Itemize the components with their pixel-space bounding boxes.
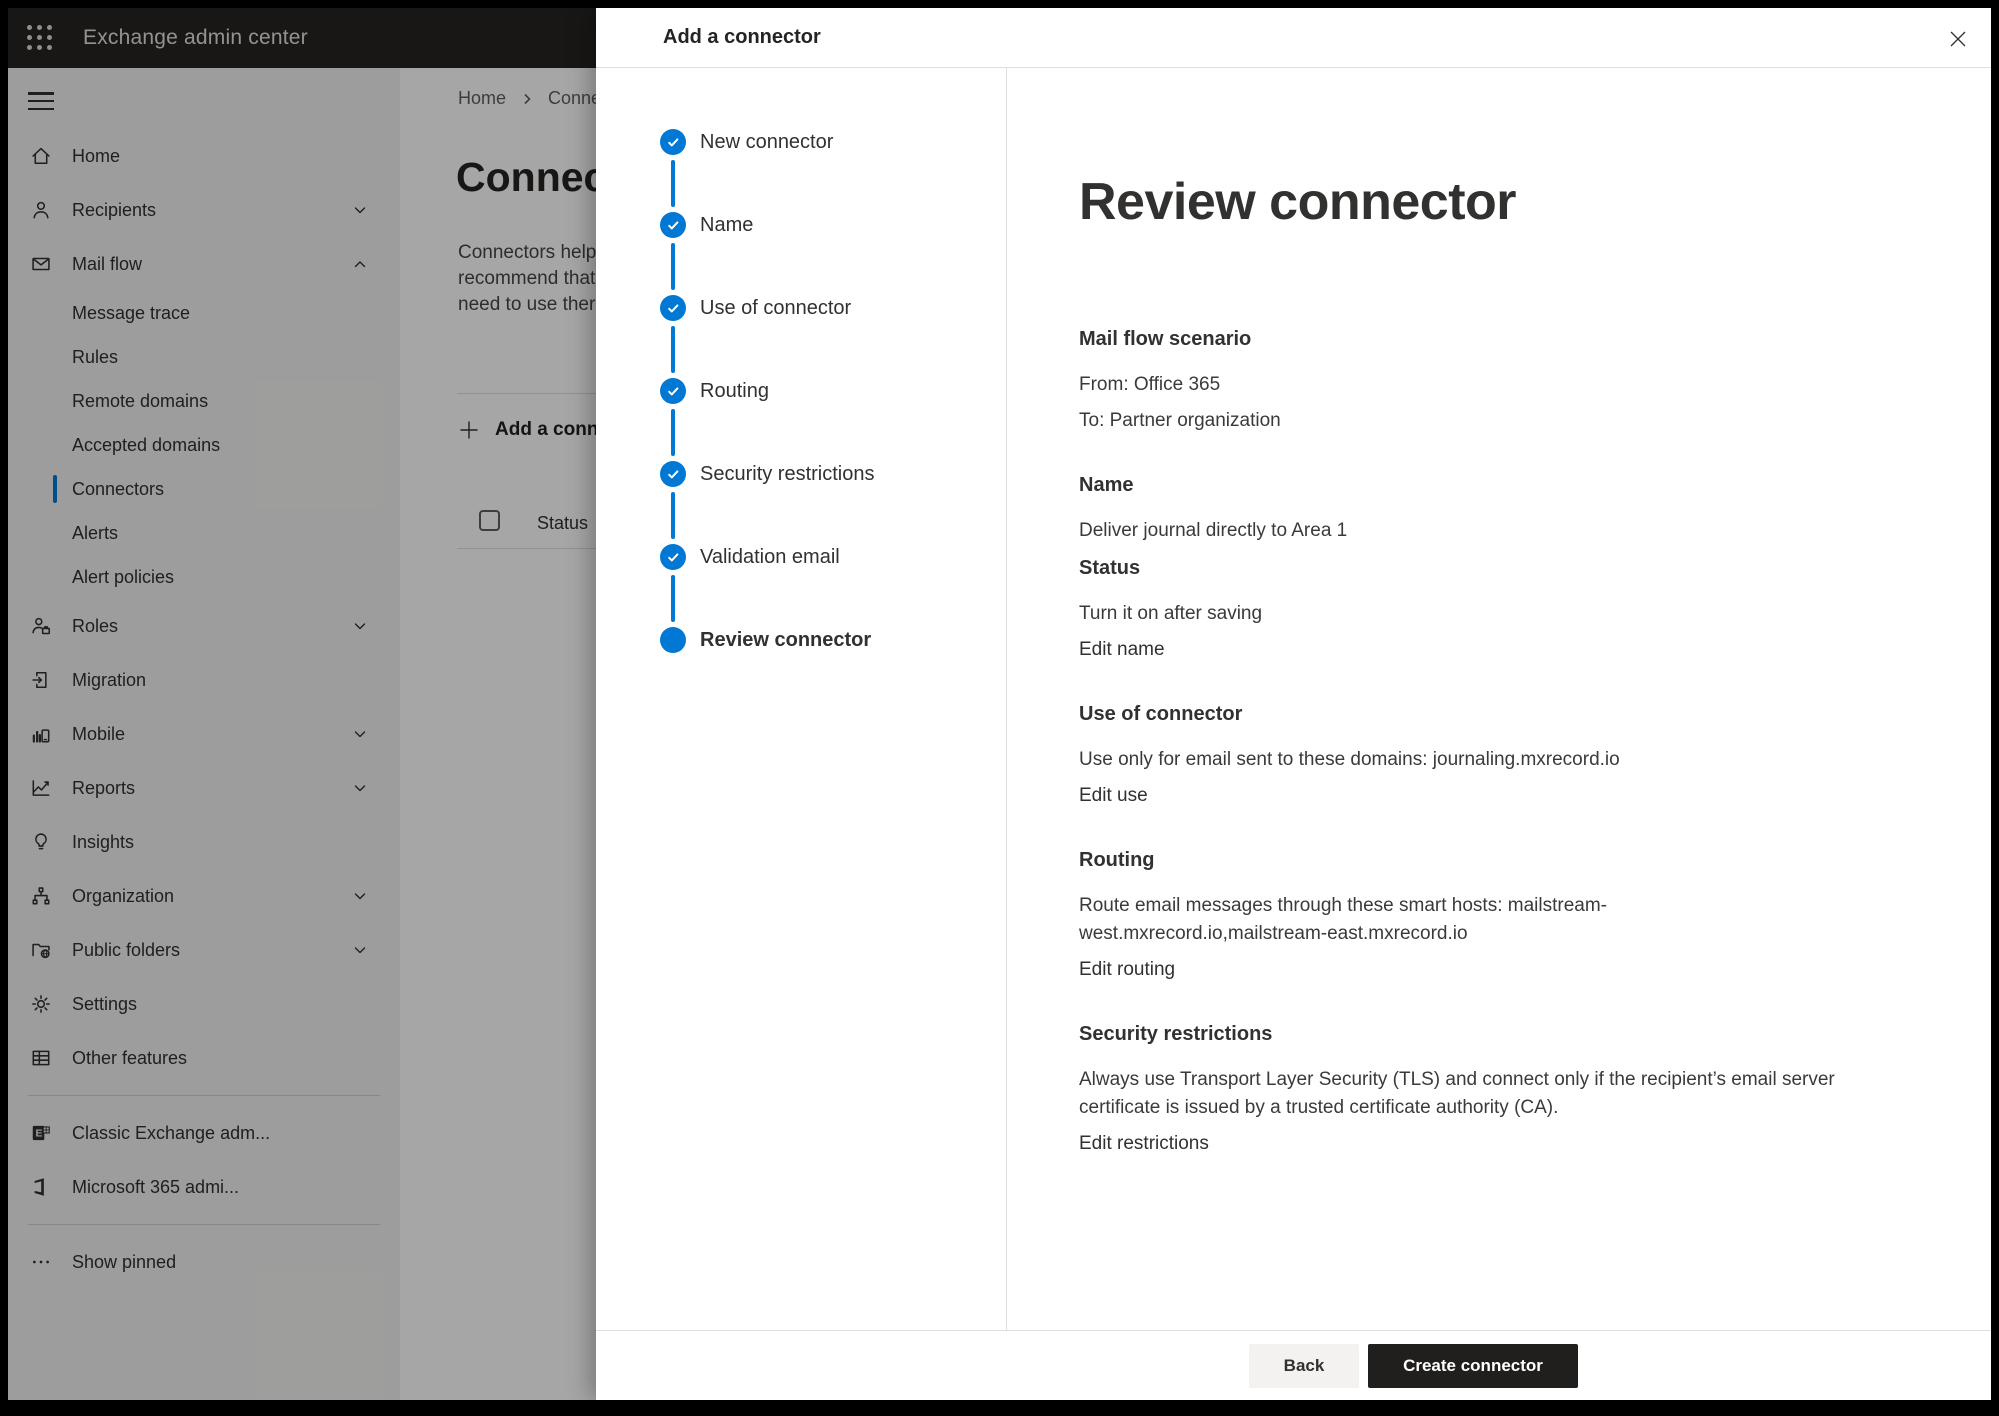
step-complete-icon [660,544,686,570]
step-connector-line [671,409,675,456]
edit-restrictions-link[interactable]: Edit restrictions [1079,1130,1209,1158]
step-review-connector: Review connector [596,627,1006,710]
edit-name-link[interactable]: Edit name [1079,636,1165,664]
section-heading: Name [1079,474,1851,497]
section-heading: Mail flow scenario [1079,328,1851,351]
step-new-connector: New connector [596,129,1006,212]
connector-name-value: Deliver journal directly to Area 1 [1079,517,1851,545]
step-complete-icon [660,212,686,238]
review-heading: Review connector [1079,172,1927,232]
wizard-footer: Back Create connector [596,1330,1991,1400]
routing-section: Routing Route email messages through the… [1079,849,1851,984]
step-connector-line [671,492,675,539]
review-panel: Review connector Mail flow scenario From… [1007,68,1991,1330]
edit-routing-link[interactable]: Edit routing [1079,956,1175,984]
status-value: Turn it on after saving [1079,600,1851,628]
routing-value: Route email messages through these smart… [1079,892,1851,948]
use-of-connector-value: Use only for email sent to these domains… [1079,746,1851,774]
wizard-header: Add a connector [596,8,1991,68]
status-subheading: Status [1079,557,1851,580]
name-section: Name Deliver journal directly to Area 1 … [1079,474,1851,664]
section-heading: Routing [1079,849,1851,872]
step-connector-line [671,160,675,207]
add-connector-wizard: Add a connector New connector Name [596,8,1991,1400]
step-complete-icon [660,295,686,321]
mail-flow-from: From: Office 365 [1079,371,1851,399]
step-security-restrictions: Security restrictions [596,461,1006,544]
use-of-connector-section: Use of connector Use only for email sent… [1079,703,1851,810]
edit-use-link[interactable]: Edit use [1079,782,1148,810]
step-validation-email: Validation email [596,544,1006,627]
security-restrictions-section: Security restrictions Always use Transpo… [1079,1023,1851,1158]
close-button[interactable] [1943,24,1973,54]
step-complete-icon [660,378,686,404]
step-connector-line [671,326,675,373]
step-complete-icon [660,129,686,155]
create-connector-button[interactable]: Create connector [1368,1344,1578,1388]
mail-flow-scenario-section: Mail flow scenario From: Office 365 To: … [1079,328,1851,435]
step-name: Name [596,212,1006,295]
wizard-title: Add a connector [663,26,821,49]
security-restrictions-value: Always use Transport Layer Security (TLS… [1079,1066,1851,1122]
step-use-of-connector: Use of connector [596,295,1006,378]
step-routing: Routing [596,378,1006,461]
step-current-icon [660,627,686,653]
step-complete-icon [660,461,686,487]
wizard-steps: New connector Name Use of connector [596,68,1007,1330]
step-connector-line [671,243,675,290]
back-button[interactable]: Back [1249,1344,1359,1388]
mail-flow-to: To: Partner organization [1079,407,1851,435]
step-connector-line [671,575,675,622]
section-heading: Security restrictions [1079,1023,1851,1046]
close-icon [1947,28,1969,50]
section-heading: Use of connector [1079,703,1851,726]
